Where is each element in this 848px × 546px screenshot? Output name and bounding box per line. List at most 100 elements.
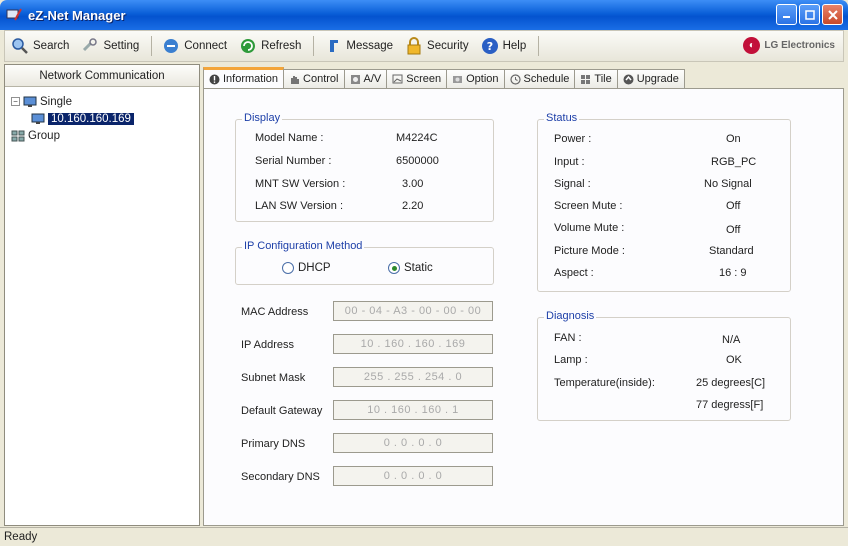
setting-label: Setting	[103, 40, 140, 52]
static-radio[interactable]: Static	[388, 262, 433, 274]
primary-dns-field[interactable]: 0 . 0 . 0 . 0	[333, 433, 493, 453]
info-icon	[209, 74, 220, 84]
help-icon: ?	[481, 38, 498, 54]
dhcp-label: DHCP	[298, 262, 331, 274]
tree-item-group[interactable]: Group	[11, 127, 199, 144]
monitor-icon	[23, 96, 37, 107]
svg-text:?: ?	[486, 40, 492, 53]
ip-config-title: IP Configuration Method	[242, 240, 365, 252]
temperature-label: Temperature(inside):	[554, 377, 655, 389]
tile-icon	[581, 74, 591, 84]
fan-value: N/A	[722, 334, 741, 346]
security-button[interactable]: Security	[405, 37, 469, 55]
lamp-label: Lamp :	[554, 354, 588, 366]
tab-label: Option	[466, 73, 499, 85]
radio-selected-icon	[388, 262, 400, 274]
temperature-celsius-value: 25 degrees[C]	[696, 377, 766, 389]
maximize-button[interactable]	[799, 4, 820, 25]
search-icon	[12, 38, 28, 54]
mac-address-field[interactable]: 00 - 04 - A3 - 00 - 00 - 00	[333, 301, 493, 321]
help-button[interactable]: ? Help	[481, 37, 527, 55]
tree-item-single[interactable]: − Single	[11, 93, 199, 110]
main-panel: Information Control A/V Screen Option Sc…	[203, 64, 844, 526]
security-label: Security	[427, 40, 469, 52]
brand-label: LG Electronics	[764, 40, 835, 51]
signal-label: Signal :	[554, 178, 591, 190]
ip-address-field[interactable]: 10 . 160 . 160 . 169	[333, 334, 493, 354]
mac-address-label: MAC Address	[241, 306, 309, 318]
message-button[interactable]: Message	[324, 37, 393, 55]
subnet-mask-field[interactable]: 255 . 255 . 254 . 0	[333, 367, 493, 387]
secondary-dns-label: Secondary DNS	[241, 471, 320, 483]
default-gateway-field[interactable]: 10 . 160 . 160 . 1	[333, 400, 493, 420]
input-label: Input :	[554, 156, 585, 168]
network-tree-panel: Network Communication − Single 10.160.16…	[4, 64, 200, 526]
screen-mute-label: Screen Mute :	[554, 200, 623, 212]
window-title: eZ-Net Manager	[28, 7, 126, 23]
tab-label: Control	[303, 73, 339, 85]
tab-label: Schedule	[523, 73, 570, 85]
minimize-button[interactable]	[776, 4, 797, 25]
monitor-icon	[31, 113, 45, 124]
diagnosis-group-title: Diagnosis	[544, 310, 597, 322]
lan-sw-version-value: 2.20	[402, 200, 424, 212]
screen-icon	[392, 74, 403, 83]
lg-logo-icon: ◐	[743, 37, 761, 54]
primary-dns-label: Primary DNS	[241, 438, 306, 450]
tab-bar: Information Control A/V Screen Option Sc…	[203, 67, 685, 88]
clock-icon	[509, 73, 521, 85]
tab-information[interactable]: Information	[203, 67, 285, 88]
panel-header: Network Communication	[5, 65, 199, 87]
tab-av[interactable]: A/V	[343, 69, 388, 88]
collapse-icon[interactable]: −	[11, 97, 20, 106]
status-text: Ready	[4, 531, 38, 543]
av-icon	[350, 74, 360, 84]
help-label: Help	[502, 40, 527, 52]
toolbar: Search Setting Connect Refresh Message S…	[4, 30, 844, 62]
tab-upgrade[interactable]: Upgrade	[616, 69, 685, 88]
default-gateway-label: Default Gateway	[241, 405, 323, 417]
setting-button[interactable]: Setting	[81, 37, 139, 55]
minimize-icon	[783, 16, 790, 18]
subnet-mask-label: Subnet Mask	[241, 372, 306, 384]
hand-icon	[291, 75, 299, 84]
search-label: Search	[33, 40, 70, 52]
tab-label: Information	[223, 73, 279, 85]
static-label: Static	[404, 262, 433, 274]
message-label: Message	[346, 40, 394, 52]
connect-label: Connect	[184, 40, 228, 52]
title-bar[interactable]: eZ-Net Manager	[0, 0, 848, 30]
setting-icon	[83, 38, 98, 52]
ip-address-label: IP Address	[241, 339, 294, 351]
tree-item-device[interactable]: 10.160.160.169	[11, 110, 199, 127]
message-icon	[330, 40, 339, 52]
power-label: Power :	[554, 133, 592, 145]
refresh-button[interactable]: Refresh	[239, 37, 301, 55]
app-icon	[6, 8, 22, 21]
secondary-dns-field[interactable]: 0 . 0 . 0 . 0	[333, 466, 493, 486]
tab-screen[interactable]: Screen	[386, 69, 448, 88]
tab-tile[interactable]: Tile	[574, 69, 618, 88]
lamp-value: OK	[726, 354, 742, 366]
volume-mute-label: Volume Mute :	[554, 222, 625, 234]
tab-schedule[interactable]: Schedule	[503, 69, 576, 88]
model-name-label: Model Name :	[255, 132, 324, 144]
model-name-value: M4224C	[396, 132, 438, 144]
connect-button[interactable]: Connect	[162, 37, 227, 55]
aspect-value: 16 : 9	[719, 267, 747, 279]
close-button[interactable]	[822, 4, 843, 25]
brand-logo: ◐ LG Electronics	[743, 37, 835, 54]
tab-control[interactable]: Control	[283, 69, 345, 88]
aspect-label: Aspect :	[554, 267, 594, 279]
search-button[interactable]: Search	[11, 37, 69, 55]
dhcp-radio[interactable]: DHCP	[282, 262, 331, 274]
device-tree: − Single 10.160.160.169 Group	[5, 87, 199, 144]
tab-option[interactable]: Option	[446, 69, 505, 88]
mnt-sw-version-value: 3.00	[402, 178, 424, 190]
tab-label: Upgrade	[636, 73, 679, 85]
toolbar-separator	[538, 36, 540, 56]
toolbar-separator	[313, 36, 315, 56]
display-group-title: Display	[242, 112, 283, 124]
mnt-sw-version-label: MNT SW Version :	[255, 178, 346, 190]
refresh-label: Refresh	[261, 40, 302, 52]
